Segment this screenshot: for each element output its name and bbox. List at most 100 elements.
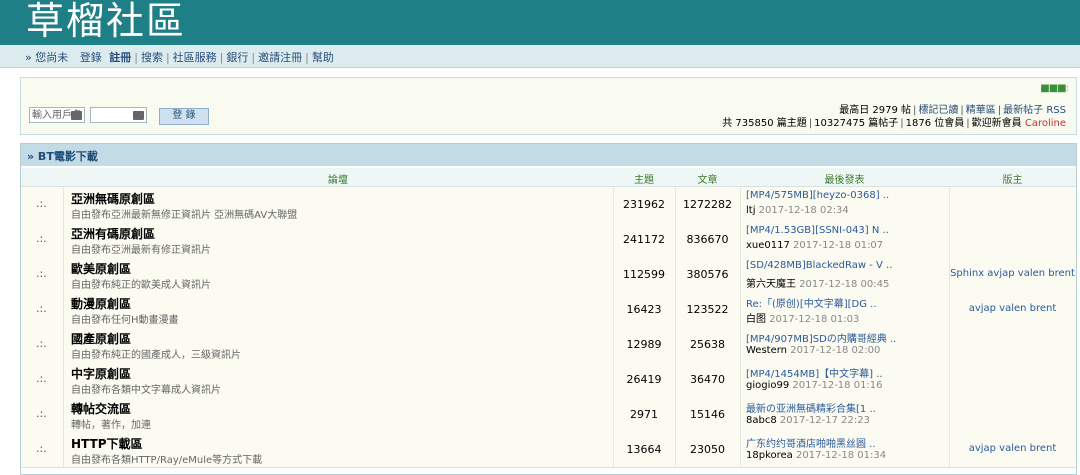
topics-label: 篇主題 — [776, 118, 807, 129]
site-title[interactable]: 草榴社區 — [26, 0, 186, 44]
forum-post-count: 380576 — [686, 268, 729, 281]
forum-post-count: 836670 — [686, 233, 729, 246]
forum-topics-cell: 12989 — [613, 327, 676, 362]
forum-status-icon: .:. — [36, 197, 47, 210]
moderator-cell: Sphinx avjap valen brent — [949, 257, 1076, 292]
moderator-cell — [949, 362, 1076, 397]
forum-topic-count: 231962 — [623, 198, 665, 211]
moderator-cell — [949, 397, 1076, 432]
menu-dots-icon[interactable]: ■■■: — [1040, 83, 1069, 94]
forum-info-cell: 亞洲有碼原創區 自由發布亞洲最新有修正資訊片 — [63, 222, 614, 257]
forum-status-icon: .:. — [36, 442, 47, 455]
login-button[interactable]: 登 錄 — [159, 108, 209, 125]
forum-name-link[interactable]: 亞洲有碼原創區 — [71, 225, 155, 242]
nav-register-link[interactable]: 註冊 — [109, 51, 131, 64]
forum-post-count: 36470 — [690, 373, 725, 386]
forum-name-link[interactable]: HTTP下載區 — [71, 435, 143, 452]
forum-name-link[interactable]: 中字原創區 — [71, 365, 131, 382]
forum-section: » BT電影下載 論壇 主題 文章 最後發表 版主 .:. 亞洲無碼原創區 自由發布… — [20, 143, 1077, 475]
last-post-title-link[interactable]: [MP4/1.53GB][SSNI-043] N .. — [746, 225, 889, 236]
forum-icon-cell: .:. — [21, 362, 64, 397]
site-header: 草榴社區 — [0, 0, 1080, 45]
forum-topics-cell: 112599 — [613, 257, 676, 292]
last-post-title-link[interactable]: [MP4/575MB][heyzo-0368] .. — [746, 190, 889, 201]
forum-name-link[interactable]: 歐美原創區 — [71, 260, 131, 277]
forum-row: .:. 轉帖交流區 轉帖，著作，加連 2971 15146 最新の亚洲無碼精彩合集[1 .… — [21, 397, 1076, 433]
last-post-cell: Re:「(原创)[中文字幕][DG .. 白图 2017-12-18 01:03 — [740, 292, 950, 327]
nav-bank-link[interactable]: 銀行 — [226, 51, 248, 64]
last-post-cell: [MP4/1454MB]【中文字幕] .. giogio99 2017-12-18… — [740, 362, 950, 397]
last-post-user[interactable]: Western — [746, 345, 787, 356]
last-post-title-link[interactable]: Re:「(原创)[中文字幕][DG .. — [746, 295, 877, 310]
nav-login-link[interactable]: 登錄 — [80, 51, 102, 64]
forum-posts-cell: 25638 — [675, 327, 741, 362]
mark-read-link[interactable]: 標記已讀 — [918, 105, 958, 116]
username-input[interactable]: 輸入用戶名 — [29, 107, 85, 123]
forum-topics-cell: 2971 — [613, 397, 676, 432]
moderator-cell — [949, 222, 1076, 257]
forum-topic-count: 112599 — [623, 268, 665, 281]
forum-row: .:. 中字原創區 自由發布各類中文字幕成人資訊片 26419 36470 [MP4/14… — [21, 362, 1076, 398]
forum-posts-cell: 36470 — [675, 362, 741, 397]
members-label: 位會員 — [934, 118, 965, 129]
nav-invite-link[interactable]: 邀請注冊 — [258, 51, 302, 64]
new-member-link[interactable]: Caroline — [1025, 118, 1066, 129]
last-post-title-link[interactable]: 最新の亚洲無碼精彩合集[1 .. — [746, 400, 876, 415]
last-post-user[interactable]: giogio99 — [746, 380, 789, 391]
featured-link[interactable]: 精華區 — [966, 105, 996, 116]
forum-topics-cell: 16423 — [613, 292, 676, 327]
forum-post-count: 15146 — [690, 408, 725, 421]
last-post-cell: [MP4/1.53GB][SSNI-043] N .. xue0117 2017-… — [740, 222, 950, 257]
last-post-user[interactable]: ltj — [746, 205, 755, 216]
nav-help-link[interactable]: 幫助 — [312, 51, 334, 64]
forum-name-link[interactable]: 動漫原創區 — [71, 295, 131, 312]
moderator-links[interactable]: avjap valen brent — [949, 443, 1076, 454]
forum-name-link[interactable]: 國產原創區 — [71, 330, 131, 347]
keyboard-icon[interactable] — [133, 111, 144, 120]
forum-post-count: 23050 — [690, 443, 725, 456]
forum-post-count: 1272282 — [683, 198, 732, 211]
last-post-user[interactable]: 白图 — [746, 314, 766, 325]
forum-description: 轉帖，著作，加連 — [71, 420, 151, 431]
nav-search-link[interactable]: 搜索 — [141, 51, 163, 64]
last-post-user[interactable]: 8abc8 — [746, 415, 777, 426]
last-post-cell: [MP4/907MB]SDの内購哥經典 .. Western 2017-12-18… — [740, 327, 950, 362]
forum-description: 自由發布純正的歐美成人資訊片 — [71, 280, 211, 291]
moderator-links[interactable]: Sphinx avjap valen brent — [949, 268, 1076, 279]
section-title[interactable]: » BT電影下載 — [27, 148, 98, 164]
forum-status-icon: .:. — [36, 372, 47, 385]
last-post-time: 2017-12-17 22:23 — [779, 415, 871, 426]
last-post-user[interactable]: 第六天魔王 — [746, 279, 796, 290]
nav-prefix: » 您尚未 — [25, 51, 69, 64]
info-box: ■■■: 輸入用戶名 登 錄 最高日 2979 帖 | 標記已讀 | 精華區 | 最新帖子 … — [20, 77, 1077, 135]
last-post-cell: [SD/428MB]BlackedRaw - V .. 第六天魔王 2017-12… — [740, 257, 950, 292]
forum-description: 自由發布各類中文字幕成人資訊片 — [71, 385, 221, 396]
forum-info-cell: 國產原創區 自由發布純正的國產成人，三級資訊片 — [63, 327, 614, 362]
moderator-links[interactable]: avjap valen brent — [949, 303, 1076, 314]
last-post-title-link[interactable]: [MP4/1454MB]【中文字幕] .. — [746, 365, 883, 380]
forum-name-link[interactable]: 轉帖交流區 — [71, 400, 131, 417]
last-post-title-link[interactable]: [MP4/907MB]SDの内購哥經典 .. — [746, 330, 896, 345]
moderator-cell — [949, 187, 1076, 222]
forum-posts-cell: 380576 — [675, 257, 741, 292]
latest-posts-link[interactable]: 最新帖子 — [1003, 105, 1043, 116]
forum-name-link[interactable]: 亞洲無碼原創區 — [71, 190, 155, 207]
last-post-user[interactable]: 18pkorea — [746, 450, 793, 461]
keyboard-icon[interactable] — [71, 111, 82, 120]
last-post-title-link[interactable]: 广东约约哥酒店啪啪黑丝圆 .. — [746, 435, 876, 450]
welcome-label: 歡迎新會員 — [971, 118, 1022, 129]
last-post-user[interactable]: xue0117 — [746, 240, 790, 251]
forum-posts-cell: 1272282 — [675, 187, 741, 222]
rss-link[interactable]: RSS — [1046, 105, 1066, 116]
last-post-time: 2017-12-18 02:00 — [790, 345, 881, 356]
forum-posts-cell: 836670 — [675, 222, 741, 257]
forum-posts-cell: 15146 — [675, 397, 741, 432]
forum-stats: 最高日 2979 帖 | 標記已讀 | 精華區 | 最新帖子 RSS 共 735850 篇主… — [722, 105, 1066, 129]
col-topics: 主題 — [634, 175, 654, 186]
forum-row: .:. HTTP下載區 自由發布各類HTTP/Ray/eMule等方式下載 13664… — [21, 432, 1076, 468]
last-post-title-link[interactable]: [SD/428MB]BlackedRaw - V .. — [746, 260, 892, 271]
password-input[interactable] — [90, 107, 147, 123]
forum-status-icon: .:. — [36, 232, 47, 245]
nav-services-link[interactable]: 社區服務 — [173, 51, 217, 64]
col-posts: 文章 — [697, 175, 718, 186]
